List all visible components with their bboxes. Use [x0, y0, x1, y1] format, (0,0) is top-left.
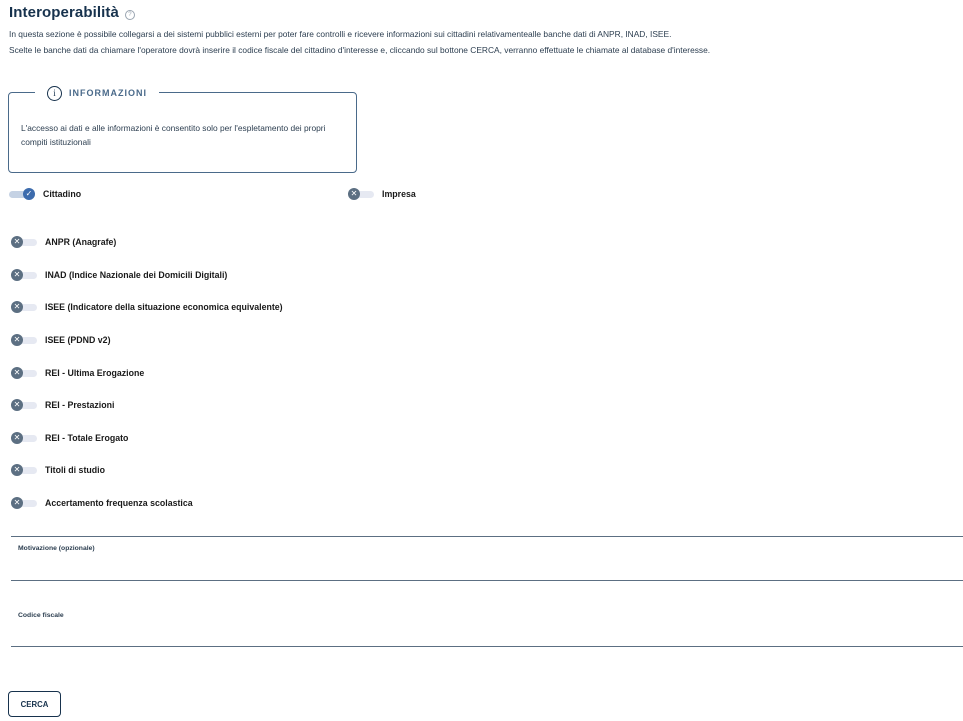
motivazione-input[interactable] — [11, 559, 963, 581]
interoperability-page: Interoperabilità ? In questa sezione è p… — [0, 0, 963, 721]
toggle-switch-off[interactable]: ✕ — [11, 497, 37, 509]
codice-fiscale-label: Codice fiscale — [18, 612, 64, 619]
toggle-isee-pdnd[interactable]: ✕ ISEE (PDND v2) — [11, 334, 111, 346]
close-icon: ✕ — [11, 497, 23, 509]
close-icon: ✕ — [11, 367, 23, 379]
toggle-label: REI - Totale Erogato — [45, 433, 129, 443]
close-icon: ✕ — [348, 188, 360, 200]
search-button[interactable]: CERCA — [8, 691, 61, 717]
toggle-label: Impresa — [382, 189, 416, 199]
toggle-isee[interactable]: ✕ ISEE (Indicatore della situazione econ… — [11, 301, 283, 313]
toggle-inad[interactable]: ✕ INAD (Indice Nazionale dei Domicili Di… — [11, 269, 228, 281]
close-icon: ✕ — [11, 334, 23, 346]
toggle-rei-prestazioni[interactable]: ✕ REI - Prestazioni — [11, 399, 115, 411]
page-description-line-1: In questa sezione è possibile collegarsi… — [9, 29, 672, 39]
toggle-label: Titoli di studio — [45, 465, 105, 475]
toggle-label: Accertamento frequenza scolastica — [45, 498, 193, 508]
toggle-switch-off[interactable]: ✕ — [11, 464, 37, 476]
toggle-rei-ultima-erogazione[interactable]: ✕ REI - Ultima Erogazione — [11, 367, 145, 379]
close-icon: ✕ — [11, 301, 23, 313]
page-header: Interoperabilità ? — [9, 4, 135, 21]
toggle-switch-off[interactable]: ✕ — [11, 236, 37, 248]
help-icon[interactable]: ? — [124, 9, 135, 20]
toggle-label: Cittadino — [43, 189, 82, 199]
toggle-switch-off[interactable]: ✕ — [11, 269, 37, 281]
close-icon: ✕ — [11, 399, 23, 411]
check-icon: ✓ — [23, 188, 35, 200]
toggle-switch-off[interactable]: ✕ — [11, 399, 37, 411]
codice-fiscale-input[interactable] — [11, 625, 963, 647]
toggle-frequenza-scolastica[interactable]: ✕ Accertamento frequenza scolastica — [11, 497, 193, 509]
section-divider — [11, 536, 963, 537]
page-description-line-2: Scelte le banche dati da chiamare l'oper… — [9, 45, 711, 55]
close-icon: ✕ — [11, 269, 23, 281]
toggle-label: INAD (Indice Nazionale dei Domicili Digi… — [45, 270, 228, 280]
toggle-switch-on[interactable]: ✓ — [9, 188, 35, 200]
toggle-switch-off[interactable]: ✕ — [348, 188, 374, 200]
toggle-rei-totale-erogato[interactable]: ✕ REI - Totale Erogato — [11, 432, 129, 444]
info-box-text: L'accesso ai dati e alle informazioni è … — [21, 123, 326, 147]
info-icon: i — [47, 85, 62, 101]
toggle-switch-off[interactable]: ✕ — [11, 432, 37, 444]
close-icon: ✕ — [11, 432, 23, 444]
close-icon: ✕ — [11, 236, 23, 248]
toggle-label: ISEE (PDND v2) — [45, 335, 111, 345]
toggle-anpr[interactable]: ✕ ANPR (Anagrafe) — [11, 236, 117, 248]
info-box-title: INFORMAZIONI — [69, 88, 147, 98]
info-box-legend: i INFORMAZIONI — [35, 84, 159, 102]
toggle-switch-off[interactable]: ✕ — [11, 367, 37, 379]
toggle-label: ANPR (Anagrafe) — [45, 237, 117, 247]
toggle-label: ISEE (Indicatore della situazione econom… — [45, 302, 283, 312]
toggle-label: REI - Prestazioni — [45, 400, 115, 410]
toggle-switch-off[interactable]: ✕ — [11, 334, 37, 346]
page-title: Interoperabilità — [9, 4, 119, 21]
toggle-cittadino[interactable]: ✓ Cittadino — [9, 188, 82, 200]
toggle-impresa[interactable]: ✕ Impresa — [348, 188, 416, 200]
toggle-label: REI - Ultima Erogazione — [45, 368, 145, 378]
close-icon: ✕ — [11, 464, 23, 476]
info-box: i INFORMAZIONI L'accesso ai dati e alle … — [8, 84, 357, 173]
motivazione-label: Motivazione (opzionale) — [18, 545, 95, 552]
toggle-titoli-di-studio[interactable]: ✕ Titoli di studio — [11, 464, 105, 476]
toggle-switch-off[interactable]: ✕ — [11, 301, 37, 313]
